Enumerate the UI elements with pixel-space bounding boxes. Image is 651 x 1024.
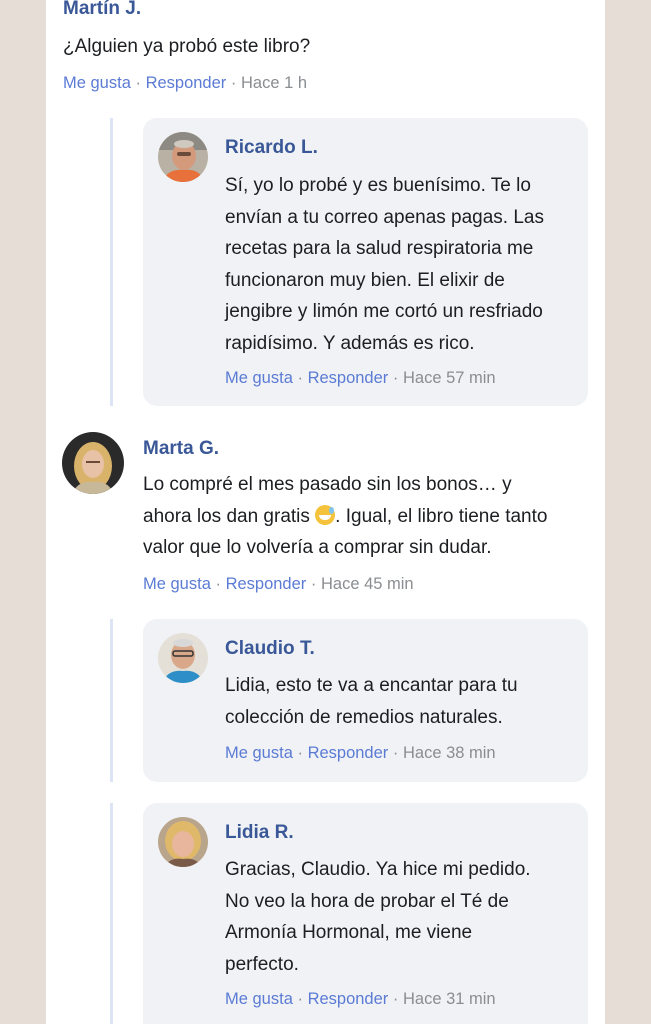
reply-bubble-claudio: Claudio T. Lidia, esto te va a encantar … (143, 619, 588, 782)
comment-line: jengibre y limón me cortó un resfriado (225, 301, 543, 322)
comment-line: ¿Alguien ya probó este libro? (63, 36, 311, 57)
reply-bubble-lidia: Lidia R. Gracias, Claudio. Ya hice mi pe… (143, 803, 588, 1024)
comment-feed: Martín J. ¿Alguien ya probó este libro? … (46, 0, 605, 1024)
comment-line-part: ahora los dan gratis (143, 505, 310, 527)
reply-link[interactable]: Responder (146, 74, 227, 92)
comment-text: Lo compré el mes pasado sin los bonos… y… (143, 469, 603, 564)
like-link[interactable]: Me gusta (225, 369, 293, 387)
reply-link[interactable]: Responder (308, 990, 389, 1008)
comment-text: Gracias, Claudio. Ya hice mi pedido. No … (225, 854, 585, 980)
comment-actions: Me gusta · Responder · Hace 31 min (225, 990, 496, 1009)
like-link[interactable]: Me gusta (225, 990, 293, 1008)
comment-text: Sí, yo lo probé y es buenísimo. Te lo en… (225, 170, 585, 359)
like-link[interactable]: Me gusta (225, 744, 293, 762)
timestamp: Hace 31 min (402, 990, 496, 1008)
comment-line: Armonía Hormonal, me viene (225, 922, 473, 943)
comment-text: ¿Alguien ya probó este libro? (63, 31, 310, 63)
separator: · (135, 74, 141, 92)
separator: · (392, 369, 399, 387)
commenter-name[interactable]: Ricardo L. (225, 137, 318, 159)
comment-line: funcionaron muy bien. El elixir de (225, 269, 505, 291)
commenter-name[interactable]: Martín J. (63, 0, 141, 20)
separator: · (215, 575, 221, 593)
comment-line: No veo la hora de probar el Té de (225, 890, 509, 912)
separator: · (392, 744, 399, 762)
comment-line: Gracias, Claudio. Ya hice mi pedido. (225, 859, 531, 880)
commenter-name[interactable]: Marta G. (143, 438, 219, 460)
comment-line: perfecto. (225, 953, 299, 975)
comment-line: ahora los dan gratis . Igual, el libro t… (143, 501, 603, 533)
comment-line-part: . Igual, el libro tiene tanto (335, 505, 548, 527)
avatar-claudio-icon (158, 633, 208, 683)
comment-actions: Me gusta · Responder · Hace 45 min (143, 575, 414, 594)
grinning-sweat-emoji-icon (315, 504, 336, 525)
like-link[interactable]: Me gusta (63, 74, 131, 92)
comment-line: colección de remedios naturales. (225, 706, 503, 728)
separator: · (297, 990, 303, 1008)
separator: · (310, 575, 317, 593)
reply-link[interactable]: Responder (226, 575, 307, 593)
comment-line: valor que lo volvería a comprar sin duda… (143, 537, 492, 558)
comment-text: Lidia, esto te va a encantar para tu col… (225, 670, 585, 733)
avatar-lidia-icon (158, 817, 208, 867)
timestamp: Hace 57 min (402, 369, 496, 387)
thread-line (110, 118, 113, 406)
thread-line (110, 803, 113, 1024)
separator: · (297, 369, 303, 387)
separator: · (392, 990, 399, 1008)
comment-line: Lo compré el mes pasado sin los bonos… y (143, 474, 512, 495)
separator: · (297, 744, 303, 762)
avatar-marta-icon (62, 432, 124, 494)
comment-actions: Me gusta · Responder · Hace 57 min (225, 369, 496, 388)
comment-actions: Me gusta · Responder · Hace 38 min (225, 744, 496, 763)
commenter-name[interactable]: Claudio T. (225, 638, 315, 660)
comment-actions: Me gusta · Responder · Hace 1 h (63, 74, 307, 93)
reply-link[interactable]: Responder (308, 369, 389, 387)
separator: · (230, 74, 237, 92)
timestamp: Hace 38 min (402, 744, 496, 762)
comment-line: envían a tu correo apenas pagas. Las (225, 206, 545, 228)
comment-line: Lidia, esto te va a encantar para tu (225, 675, 518, 696)
comment-line: recetas para la salud respiratoria me (225, 238, 534, 259)
avatar-ricardo-icon (158, 132, 208, 182)
thread-line (110, 619, 113, 782)
timestamp: Hace 1 h (240, 74, 308, 92)
timestamp: Hace 45 min (320, 575, 414, 593)
comment-line: Sí, yo lo probé y es buenísimo. Te lo (225, 175, 531, 196)
reply-link[interactable]: Responder (308, 744, 389, 762)
comment-line: rapidísimo. Y además es rico. (225, 332, 475, 354)
avatar[interactable] (62, 432, 124, 494)
avatar[interactable] (158, 633, 208, 683)
avatar[interactable] (158, 132, 208, 182)
commenter-name[interactable]: Lidia R. (225, 822, 294, 844)
avatar[interactable] (158, 817, 208, 867)
reply-bubble-ricardo: Ricardo L. Sí, yo lo probé y es buenísim… (143, 118, 588, 406)
like-link[interactable]: Me gusta (143, 575, 211, 593)
